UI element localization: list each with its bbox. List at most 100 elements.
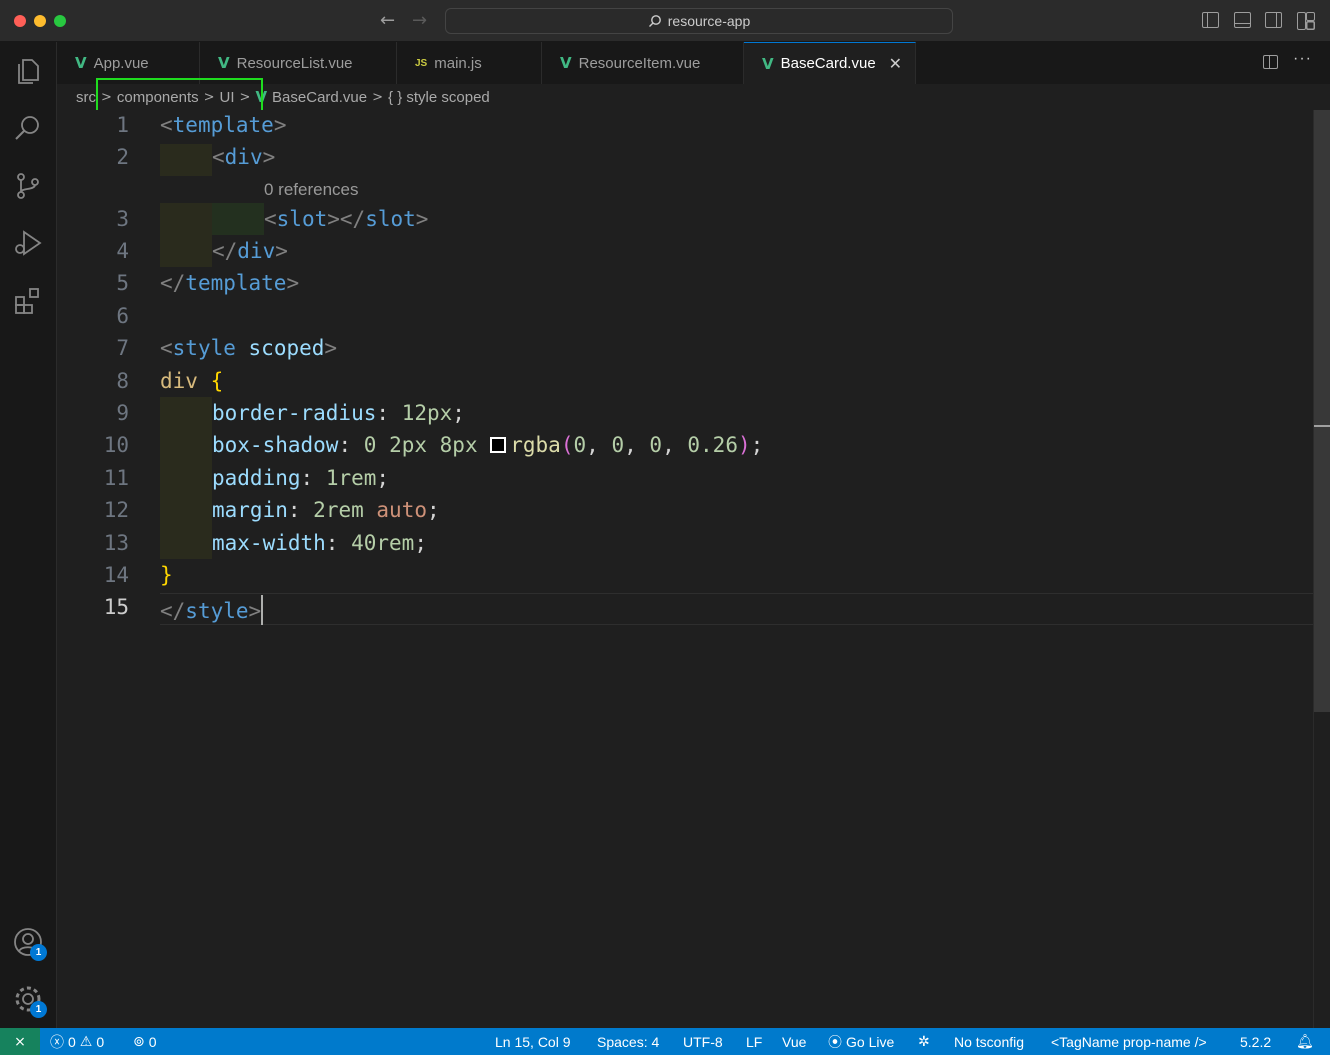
tab-label: ResourceItem.vue <box>578 54 701 72</box>
vue-file-icon: V <box>560 54 572 72</box>
code-editor[interactable]: 1 2 3 4 5 6 7 8 9 10 11 12 13 14 15 <tem… <box>57 110 1330 1028</box>
tab-basecard-vue[interactable]: V BaseCard.vue ✕ <box>744 42 916 84</box>
warning-icon: ⚠ <box>79 1033 93 1050</box>
code-line: </template> <box>160 271 300 295</box>
manage-gear-icon[interactable]: 1 <box>12 983 47 1018</box>
code-line: div { <box>160 369 224 393</box>
text-cursor <box>261 595 264 625</box>
code-line: } <box>160 563 173 587</box>
maximize-window-button[interactable] <box>54 15 66 27</box>
tab-label: BaseCard.vue <box>780 55 876 72</box>
line-number: 3 <box>116 207 129 231</box>
tab-label: ResourceList.vue <box>236 54 353 72</box>
line-number: 8 <box>116 369 129 393</box>
feedback-icon[interactable]: ✲ <box>918 1028 930 1055</box>
source-control-icon[interactable] <box>12 170 44 202</box>
encoding[interactable]: UTF-8 <box>683 1028 723 1055</box>
accounts-icon[interactable]: 1 <box>12 926 47 961</box>
scrollbar-cursor-marker <box>1314 425 1330 427</box>
typescript-version[interactable]: 5.2.2 <box>1240 1028 1271 1055</box>
code-line: box-shadow: 0 2px 8px rgba(0, 0, 0, 0.26… <box>212 433 764 457</box>
code-line: </style> <box>160 595 264 625</box>
activity-bar: 1 1 <box>0 42 57 1028</box>
line-number: 11 <box>103 466 129 490</box>
problems-indicator[interactable]: ⓧ 0 ⚠ 0 <box>50 1028 104 1055</box>
ports-indicator[interactable]: ⊚ 0 <box>133 1028 157 1055</box>
codelens-references[interactable]: 0 references <box>264 180 359 200</box>
manage-badge: 1 <box>30 1001 47 1018</box>
run-and-debug-icon[interactable] <box>12 227 44 259</box>
vue-file-icon: V <box>75 54 87 72</box>
customize-layout-icon[interactable] <box>1297 12 1315 30</box>
indent-guide <box>160 203 212 235</box>
tsconfig-status[interactable]: No tsconfig <box>954 1028 1024 1055</box>
go-forward-icon[interactable]: → <box>412 10 427 31</box>
split-editor-icon[interactable] <box>1263 55 1278 69</box>
command-center-search[interactable]: resource-app <box>445 8 953 34</box>
minimize-window-button[interactable] <box>34 15 46 27</box>
breadcrumb-separator: > <box>239 89 251 105</box>
code-line: <template> <box>160 113 287 137</box>
toggle-secondary-sidebar-icon[interactable] <box>1265 12 1282 28</box>
error-icon: ⓧ <box>50 1034 64 1051</box>
line-number: 1 <box>116 113 129 137</box>
color-swatch[interactable] <box>490 437 507 453</box>
scrollbar-thumb[interactable] <box>1314 110 1330 712</box>
title-bar: ← → resource-app <box>0 0 1330 42</box>
current-line-highlight <box>160 593 1330 625</box>
line-number: 7 <box>116 336 129 360</box>
go-back-icon[interactable]: ← <box>380 10 395 31</box>
breadcrumb-item-components[interactable]: components <box>117 89 199 106</box>
line-number: 6 <box>116 304 129 328</box>
tab-resourcelist-vue[interactable]: V ResourceList.vue <box>200 42 397 84</box>
close-tab-icon[interactable]: ✕ <box>889 54 902 73</box>
line-number: 14 <box>103 563 129 587</box>
indent-guide <box>212 203 264 235</box>
code-line: padding: 1rem; <box>212 466 390 490</box>
tab-main-js[interactable]: JS main.js <box>397 42 542 84</box>
breadcrumb-item-ui[interactable]: UI <box>220 89 235 106</box>
code-line: </div> <box>212 239 288 263</box>
command-center-label: resource-app <box>667 13 751 29</box>
explorer-icon[interactable] <box>12 54 44 86</box>
toggle-primary-sidebar-icon[interactable] <box>1202 12 1219 28</box>
indent-guide <box>160 397 212 559</box>
remote-indicator-icon[interactable]: ⨯ <box>0 1028 40 1055</box>
extensions-icon[interactable] <box>12 285 44 317</box>
tab-label: main.js <box>434 54 482 72</box>
line-number-current: 15 <box>103 595 129 619</box>
breadcrumb: src > components > UI > V BaseCard.vue >… <box>76 84 490 110</box>
status-bar: ⨯ ⓧ 0 ⚠ 0 ⊚ 0 Ln 15, Col 9 Spaces: 4 UTF-8 … <box>0 1028 1330 1055</box>
indent-guide <box>160 144 212 176</box>
vue-file-icon: V <box>255 88 268 106</box>
breadcrumb-item-file[interactable]: BaseCard.vue <box>272 89 367 106</box>
breadcrumb-item-src[interactable]: src <box>76 89 96 106</box>
tagname-format[interactable]: <TagName prop-name /> <box>1051 1028 1207 1055</box>
go-live-button[interactable]: ⦿ Go Live <box>828 1028 894 1055</box>
close-window-button[interactable] <box>14 15 26 27</box>
code-line: <div> <box>212 145 276 169</box>
broadcast-icon: ⦿ <box>828 1034 842 1051</box>
line-number: 9 <box>116 401 129 425</box>
tab-label: App.vue <box>93 54 149 72</box>
toggle-panel-icon[interactable] <box>1234 12 1251 28</box>
tab-resourceitem-vue[interactable]: V ResourceItem.vue <box>542 42 744 84</box>
breadcrumb-item-symbol[interactable]: { } style scoped <box>388 89 490 106</box>
cursor-position[interactable]: Ln 15, Col 9 <box>495 1028 571 1055</box>
indent-guide <box>160 235 212 267</box>
vue-file-icon: V <box>762 54 774 73</box>
broadcast-icon: ⊚ <box>133 1033 145 1050</box>
indentation[interactable]: Spaces: 4 <box>597 1028 659 1055</box>
line-number: 13 <box>103 531 129 555</box>
end-of-line[interactable]: LF <box>746 1028 762 1055</box>
language-mode[interactable]: Vue <box>782 1028 806 1055</box>
line-number: 12 <box>103 498 129 522</box>
vue-file-icon: V <box>218 54 230 72</box>
line-number: 2 <box>116 145 129 169</box>
notifications-bell-icon[interactable]: 🔔︎ <box>1296 1028 1314 1055</box>
search-icon[interactable] <box>12 112 44 144</box>
breadcrumb-separator: > <box>372 89 384 105</box>
code-line: max-width: 40rem; <box>212 531 427 555</box>
more-actions-icon[interactable]: ··· <box>1293 50 1312 68</box>
tab-app-vue[interactable]: V App.vue <box>57 42 200 84</box>
